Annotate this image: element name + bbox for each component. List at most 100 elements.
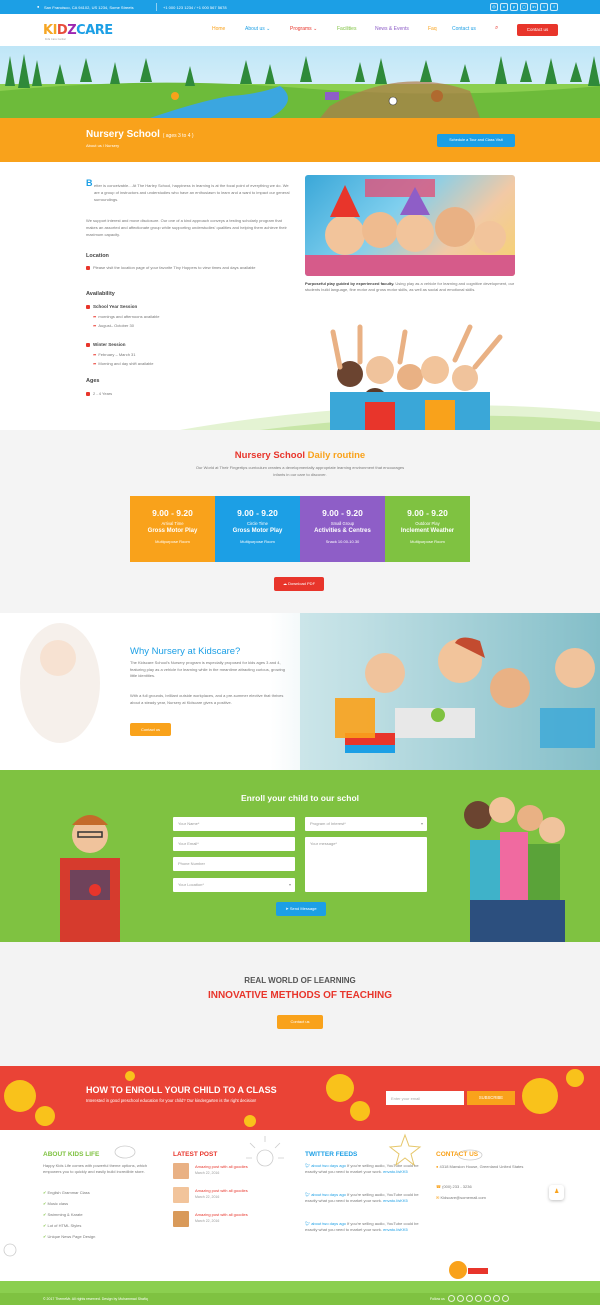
post-thumbnail: [173, 1163, 189, 1179]
vimeo-icon[interactable]: [493, 1295, 500, 1302]
facebook-icon[interactable]: [448, 1295, 455, 1302]
daily-routine-section: Nursery School Daily routine Our World a…: [0, 430, 600, 613]
post-date: March 22, 2016: [195, 1219, 220, 1223]
send-icon: ➤: [285, 906, 289, 911]
facebook-icon[interactable]: f: [550, 3, 558, 11]
nav-item-contact[interactable]: Contact us: [452, 26, 476, 32]
send-message-button[interactable]: ➤ Send Message: [276, 902, 326, 916]
location-pin-icon: ●: [436, 1164, 439, 1169]
topbar-social: ◎ v p ◻ in t f: [490, 3, 558, 11]
location-text: Please visit the location page of your f…: [86, 265, 296, 272]
why-paragraph-2: With a full grounds, brilliant outside w…: [130, 693, 284, 705]
post-title[interactable]: Amazing post with all goodies: [195, 1188, 248, 1193]
schedule-tour-button[interactable]: Schedule a Tour and Class Visit: [437, 134, 515, 147]
routine-card: 9.00 - 9.20 Outdoor Play Inclement Weath…: [385, 496, 470, 562]
download-pdf-button[interactable]: ☁ Download PDF: [274, 577, 324, 591]
card-sub: Outdoor Play: [415, 521, 440, 526]
post-title[interactable]: Amazing post with all goodies: [195, 1212, 248, 1217]
twitter-icon[interactable]: [457, 1295, 464, 1302]
topbar-address: San Francisco, CA 94102, US 1234, Some S…: [44, 5, 134, 10]
twitter-icon[interactable]: t: [540, 3, 548, 11]
routine-card: 9.00 - 9.20 Circle Time Gross Motor Play…: [215, 496, 300, 562]
page-title-suffix: ( ages 3 to 4 ): [162, 133, 194, 139]
tweet-link[interactable]: envato.l/sKK5: [383, 1198, 408, 1203]
card-sub: Arrival Time: [161, 521, 184, 526]
location-pin-icon: ●: [37, 4, 40, 9]
subscribe-button[interactable]: SUBSCRIBE: [467, 1091, 515, 1105]
nav-item-about[interactable]: About us ⌄: [245, 26, 270, 32]
availability-heading: Availability: [86, 291, 115, 297]
why-contact-button[interactable]: Contact us: [130, 723, 171, 736]
instagram-icon[interactable]: [475, 1295, 482, 1302]
latest-post-item[interactable]: Amazing post with all goodies March 22, …: [173, 1163, 273, 1183]
page-title-bar: Nursery School ( ages 3 to 4 ) About us …: [0, 118, 600, 162]
program-select[interactable]: Program of Interest* ▾: [305, 817, 427, 831]
chevron-down-icon: ▾: [420, 821, 423, 826]
post-title[interactable]: Amazing post with all goodies: [195, 1164, 248, 1169]
list-item-text: Unique News Page Design: [47, 1234, 96, 1239]
learning-contact-button[interactable]: Contact us: [277, 1015, 323, 1029]
check-icon: ✔: [43, 1190, 47, 1195]
school-year-heading: School Year Session: [86, 304, 137, 309]
about-text: Happy Kids Life comes with powerful them…: [43, 1163, 148, 1175]
nav-item-news[interactable]: News & Events: [375, 26, 409, 32]
logo-part: D: [56, 23, 68, 38]
dribbble-icon[interactable]: [502, 1295, 509, 1302]
caption-bold: Purposeful play guided by experienced fa…: [305, 281, 395, 286]
search-icon[interactable]: ⌕: [495, 25, 498, 32]
pinterest-icon[interactable]: [484, 1295, 491, 1302]
list-item: ➦ Morning and day shift available: [93, 361, 154, 366]
logo[interactable]: KIDZCARE Kids Care Center: [43, 23, 113, 41]
linkedin-icon[interactable]: in: [530, 3, 538, 11]
tweet-time[interactable]: about two days ago: [311, 1192, 346, 1197]
chat-widget-button[interactable]: ♟: [549, 1185, 564, 1200]
breadcrumb[interactable]: About us / Nursery: [86, 143, 119, 148]
tweet-time[interactable]: about two days ago: [311, 1163, 346, 1168]
nav-item-programs[interactable]: Programs ⌄: [290, 26, 317, 32]
location-text-value: Please visit the location page of your f…: [93, 265, 256, 270]
about-heading: ABOUT KIDS LIFE: [43, 1151, 100, 1158]
nav-item-home[interactable]: Home: [212, 26, 225, 32]
message-field[interactable]: Your message*: [305, 837, 427, 892]
learning-section: REAL WORLD OF LEARNING INNOVATIVE METHOD…: [0, 942, 600, 1066]
tweet: 🐦︎ about two days ago If you're selling …: [305, 1192, 420, 1205]
tweet-link[interactable]: envato.l/sKK5: [383, 1169, 408, 1174]
email-icon: ✉: [436, 1195, 440, 1200]
instagram-icon[interactable]: ◻: [520, 3, 528, 11]
check-icon: ✔: [43, 1201, 47, 1206]
logo-tagline: Kids Care Center: [45, 38, 67, 41]
post-thumbnail: [173, 1187, 189, 1203]
subscribe-subtitle: Interested in good preschool education f…: [86, 1098, 257, 1103]
linkedin-icon[interactable]: [466, 1295, 473, 1302]
latest-post-item[interactable]: Amazing post with all goodies March 22, …: [173, 1211, 273, 1231]
party-kids-photo: [305, 175, 515, 276]
location-select[interactable]: Your Location* ▾: [173, 878, 295, 892]
checkbox-icon: [86, 265, 90, 270]
checkbox-icon: [86, 304, 90, 309]
contact-button[interactable]: Contact us: [517, 24, 558, 36]
nav-item-facilities[interactable]: Facilities: [337, 26, 356, 32]
intro-paragraph-2: We support interest and move disclosure.…: [86, 218, 287, 237]
card-name: Gross Motor Play: [147, 528, 198, 534]
name-field[interactable]: Your Name*: [173, 817, 295, 831]
enroll-section: Enroll your child to our schol Your Name…: [0, 770, 600, 942]
vimeo-icon[interactable]: v: [500, 3, 508, 11]
check-icon: ✔: [43, 1234, 47, 1239]
send-label: Send Message: [289, 906, 317, 911]
program-select-label: Program of Interest*: [310, 821, 346, 826]
contact-email[interactable]: ✉ Kidscare@somemail.com: [436, 1194, 486, 1201]
dribbble-icon[interactable]: ◎: [490, 3, 498, 11]
email-field[interactable]: Your Email*: [173, 837, 295, 851]
nav-item-faq[interactable]: Faq: [428, 26, 437, 32]
phone-field[interactable]: Phone Number: [173, 857, 295, 871]
contact-address: ● 4318 Mansion House, Greenland United S…: [436, 1164, 526, 1170]
latest-post-item[interactable]: Amazing post with all goodies March 22, …: [173, 1187, 273, 1207]
list-item: ➦ February – March 31: [93, 352, 136, 357]
cheering-illustration: [330, 324, 503, 430]
pinterest-icon[interactable]: p: [510, 3, 518, 11]
tweet-link[interactable]: envato.l/sKK5: [383, 1227, 408, 1232]
routine-title: Nursery School Daily routine: [0, 450, 600, 461]
subscribe-email-input[interactable]: Enter your email: [386, 1091, 464, 1105]
tweet-time[interactable]: about two days ago: [311, 1221, 346, 1226]
phone-icon: ☎: [436, 1184, 441, 1189]
